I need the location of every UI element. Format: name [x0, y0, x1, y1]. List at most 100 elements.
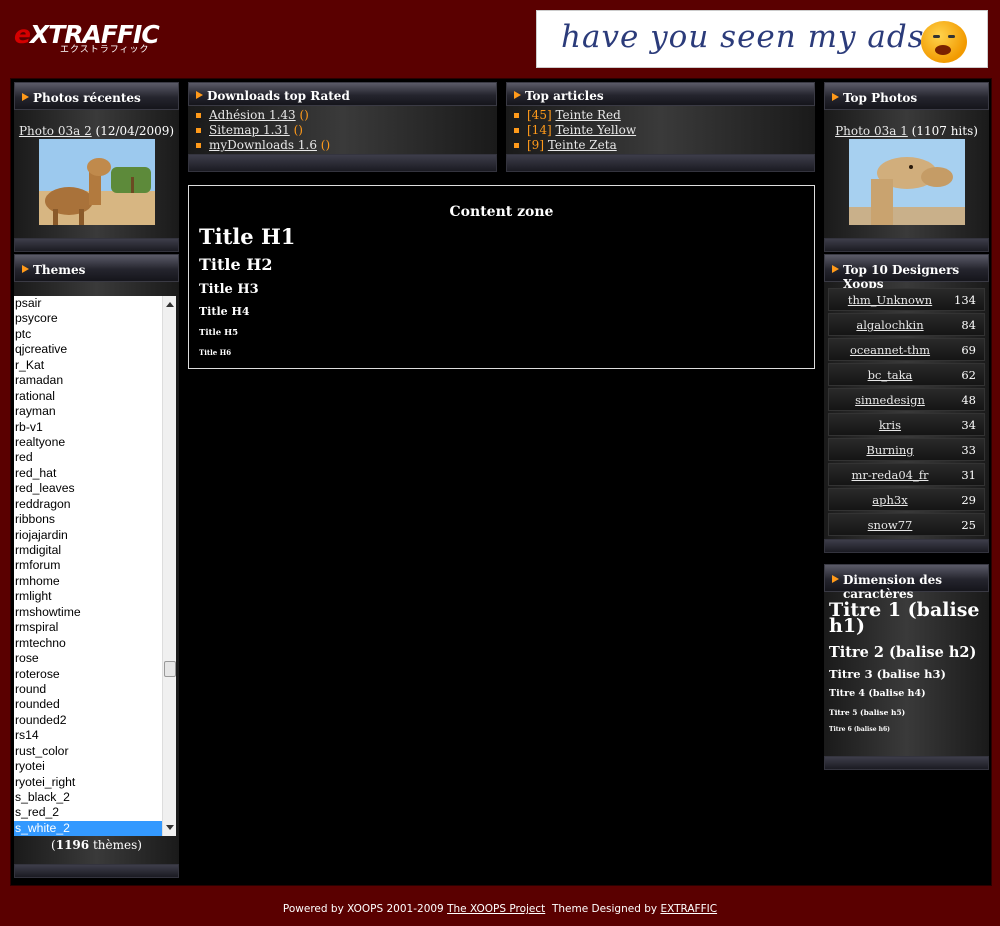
designer-link[interactable]: algalochkin	[829, 318, 951, 332]
designer-link[interactable]: EXTRAFFIC	[660, 903, 717, 915]
article-item: [9] Teinte Zeta	[514, 138, 815, 153]
theme-option[interactable]: red_hat	[14, 466, 176, 481]
block-header: Top articles	[506, 82, 815, 106]
theme-option[interactable]: ribbons	[14, 512, 176, 527]
downloads-block: Downloads top Rated Adhésion 1.43 () Site…	[188, 82, 497, 172]
designer-link[interactable]: aph3x	[829, 493, 951, 507]
block-body: Titre 1 (balise h1) Titre 2 (balise h2) …	[824, 592, 989, 756]
designer-count: 48	[961, 393, 976, 407]
site-logo[interactable]: eXTRAFFIC エクストラフィック	[14, 20, 164, 60]
theme-option[interactable]: rose	[14, 651, 176, 666]
designer-link[interactable]: Burning	[829, 443, 951, 457]
theme-option[interactable]: rmforum	[14, 558, 176, 573]
download-link[interactable]: Sitemap 1.31	[209, 123, 290, 137]
theme-option[interactable]: rmhome	[14, 574, 176, 589]
block-header: Top 10 Designers Xoops	[824, 254, 989, 291]
scroll-thumb[interactable]	[164, 661, 176, 677]
theme-option[interactable]: s_black_2	[14, 790, 176, 805]
block-title: Top Photos	[843, 91, 918, 105]
download-rating: ()	[320, 138, 331, 152]
arrow-icon	[832, 575, 839, 583]
designer-link[interactable]: kris	[829, 418, 951, 432]
theme-option[interactable]: rounded2	[14, 713, 176, 728]
theme-option[interactable]: rmtechno	[14, 636, 176, 651]
article-link[interactable]: Teinte Yellow	[555, 123, 636, 137]
designer-count: 84	[961, 318, 976, 332]
designer-row: kris 34	[828, 413, 985, 436]
designer-link[interactable]: bc_taka	[829, 368, 951, 382]
theme-option[interactable]: qjcreative	[14, 342, 176, 357]
articles-block: Top articles [45] Teinte Red [14] Teinte …	[506, 82, 815, 172]
download-link[interactable]: myDownloads 1.6	[209, 138, 317, 152]
download-item: myDownloads 1.6 ()	[196, 138, 497, 153]
theme-option[interactable]: rmspiral	[14, 620, 176, 635]
theme-option[interactable]: reddragon	[14, 497, 176, 512]
designer-link[interactable]: oceannet-thm	[829, 343, 951, 357]
theme-option[interactable]: rs14	[14, 728, 176, 743]
theme-option[interactable]: ryotei	[14, 759, 176, 774]
theme-option[interactable]: r_Kat	[14, 358, 176, 373]
theme-option[interactable]: rmshowtime	[14, 605, 176, 620]
xoops-link[interactable]: The XOOPS Project	[447, 903, 545, 915]
theme-option[interactable]: psycore	[14, 311, 176, 326]
theme-option[interactable]: psair	[14, 296, 176, 311]
article-link[interactable]: Teinte Zeta	[548, 138, 617, 152]
arrow-icon	[22, 265, 29, 273]
theme-option[interactable]: rounded	[14, 697, 176, 712]
titre-4: Titre 4 (balise h4)	[829, 688, 926, 699]
theme-option[interactable]: realtyone	[14, 435, 176, 450]
designer-row: Burning 33	[828, 438, 985, 461]
camel-head-photo[interactable]	[848, 139, 965, 225]
theme-option[interactable]: red	[14, 450, 176, 465]
footer-text: Theme Designed by	[545, 903, 661, 915]
designer-row: oceannet-thm 69	[828, 338, 985, 361]
designer-link[interactable]: mr-reda04_fr	[829, 468, 951, 482]
theme-option[interactable]: rmdigital	[14, 543, 176, 558]
logo-kana: エクストラフィック	[60, 45, 150, 55]
recent-photo-link[interactable]: Photo 03a 2	[19, 124, 92, 138]
theme-option[interactable]: red_leaves	[14, 481, 176, 496]
theme-option[interactable]: s_red_2	[14, 805, 176, 820]
theme-option[interactable]: rational	[14, 389, 176, 404]
block-footer	[824, 238, 989, 252]
block-footer	[824, 539, 989, 553]
designer-link[interactable]: sinnedesign	[829, 393, 951, 407]
designer-row: sinnedesign 48	[828, 388, 985, 411]
camel-photo[interactable]	[38, 139, 155, 225]
scroll-up-icon[interactable]	[166, 302, 174, 307]
themes-scrollbar[interactable]	[162, 296, 176, 836]
block-title: Themes	[33, 263, 86, 277]
theme-option[interactable]: rb-v1	[14, 420, 176, 435]
designer-link[interactable]: thm_Unknown	[829, 293, 951, 307]
theme-option[interactable]: ryotei_right	[14, 775, 176, 790]
article-link[interactable]: Teinte Red	[555, 108, 620, 122]
top-photo-link[interactable]: Photo 03a 1	[835, 124, 908, 138]
designers-list: thm_Unknown 134 algalochkin 84 oceannet-thm 6…	[824, 282, 989, 539]
designer-link[interactable]: snow77	[829, 518, 951, 532]
title-h1: Title H1	[199, 224, 296, 249]
theme-option[interactable]: rmlight	[14, 589, 176, 604]
titre-1: Titre 1 (balise h1)	[829, 599, 980, 637]
theme-option[interactable]: rayman	[14, 404, 176, 419]
download-link[interactable]: Adhésion 1.43	[209, 108, 296, 122]
theme-option[interactable]: rust_color	[14, 744, 176, 759]
article-item: [45] Teinte Red	[514, 108, 815, 123]
arrow-icon	[832, 93, 839, 101]
designer-row: bc_taka 62	[828, 363, 985, 386]
scroll-down-icon[interactable]	[166, 825, 174, 830]
designer-row: mr-reda04_fr 31	[828, 463, 985, 486]
title-h3: Title H3	[199, 282, 259, 297]
block-header: Photos récentes	[14, 82, 179, 110]
titre-6: Titre 6 (balise h6)	[829, 726, 890, 733]
block-header: Dimension des caractères	[824, 564, 989, 601]
theme-option[interactable]: roterose	[14, 667, 176, 682]
theme-option[interactable]: ramadan	[14, 373, 176, 388]
ad-banner[interactable]: have you seen my ads ?	[536, 10, 988, 68]
designer-count: 29	[961, 493, 976, 507]
theme-option[interactable]: ptc	[14, 327, 176, 342]
themes-select[interactable]: psair psycore ptc qjcreative r_Kat ramadan rat…	[14, 296, 176, 836]
theme-option[interactable]: s_white_2	[14, 820, 176, 836]
theme-option[interactable]: round	[14, 682, 176, 697]
designer-count: 25	[961, 518, 976, 532]
theme-option[interactable]: riojajardin	[14, 528, 176, 543]
